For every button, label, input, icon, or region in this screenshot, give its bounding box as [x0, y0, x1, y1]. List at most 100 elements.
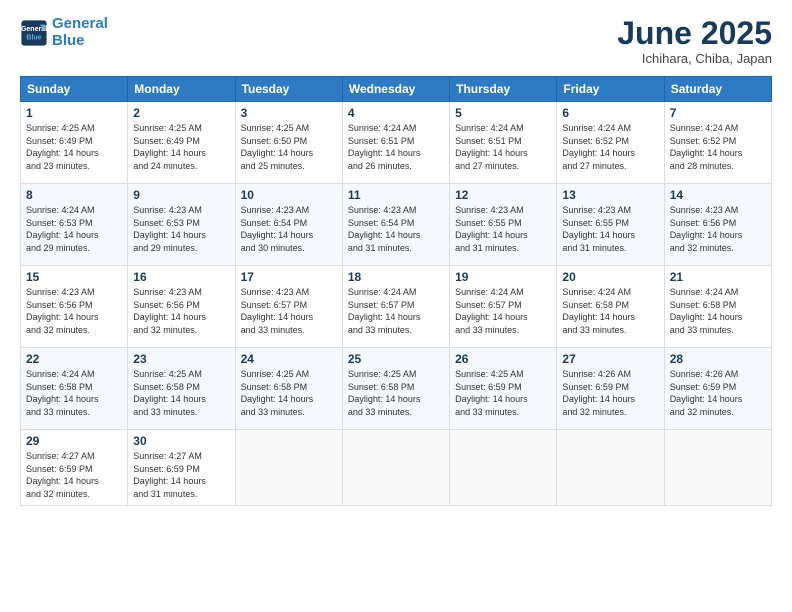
day-number: 12 — [455, 188, 551, 202]
table-row: 20Sunrise: 4:24 AM Sunset: 6:58 PM Dayli… — [557, 266, 664, 348]
day-info: Sunrise: 4:27 AM Sunset: 6:59 PM Dayligh… — [133, 450, 229, 500]
calendar-table: Sunday Monday Tuesday Wednesday Thursday… — [20, 76, 772, 505]
table-row: 10 Sunrise: 4:23 AM Sunset: 6:54 PM Dayli… — [235, 184, 342, 266]
table-row: 26 Sunrise: 4:25 AM Sunset: 6:59 PM Dayli… — [450, 348, 557, 430]
day-info: Sunrise: 4:24 AM Sunset: 6:51 PM Dayligh… — [348, 122, 444, 172]
col-monday: Monday — [128, 77, 235, 102]
day-info: Sunrise: 4:24 AM Sunset: 6:57 PM Dayligh… — [455, 286, 551, 336]
day-info: Sunrise: 4:24 AM Sunset: 6:52 PM Dayligh… — [562, 122, 658, 172]
page: General Blue General Blue June 2025 Ichi… — [0, 0, 792, 612]
day-info: Sunrise: 4:26 AM Sunset: 6:59 PM Dayligh… — [670, 368, 766, 418]
table-row — [557, 430, 664, 505]
day-number: 3 — [241, 106, 337, 120]
table-row: 18 Sunrise: 4:24 AM Sunset: 6:57 PM Dayli… — [342, 266, 449, 348]
day-info: Sunrise: 4:24 AM Sunset: 6:58 PM Dayligh… — [562, 286, 658, 336]
title-block: June 2025 Ichihara, Chiba, Japan — [617, 16, 772, 66]
day-number: 25 — [348, 352, 444, 366]
day-info: Sunrise: 4:24 AM Sunset: 6:58 PM Dayligh… — [26, 368, 122, 418]
day-number: 21 — [670, 270, 766, 284]
day-number: 4 — [348, 106, 444, 120]
day-info: Sunrise: 4:23 AM Sunset: 6:54 PM Dayligh… — [348, 204, 444, 254]
table-row: 17 Sunrise: 4:23 AM Sunset: 6:57 PM Dayli… — [235, 266, 342, 348]
table-row: 2 Sunrise: 4:25 AM Sunset: 6:49 PM Daylig… — [128, 102, 235, 184]
calendar-header-row: Sunday Monday Tuesday Wednesday Thursday… — [21, 77, 772, 102]
day-info: Sunrise: 4:24 AM Sunset: 6:51 PM Dayligh… — [455, 122, 551, 172]
day-info: Sunrise: 4:23 AM Sunset: 6:56 PM Dayligh… — [26, 286, 122, 336]
day-info: Sunrise: 4:27 AM Sunset: 6:59 PM Dayligh… — [26, 450, 122, 500]
col-friday: Friday — [557, 77, 664, 102]
day-info: Sunrise: 4:24 AM Sunset: 6:58 PM Dayligh… — [670, 286, 766, 336]
day-info: Sunrise: 4:24 AM Sunset: 6:57 PM Dayligh… — [348, 286, 444, 336]
day-number: 18 — [348, 270, 444, 284]
table-row: 16 Sunrise: 4:23 AM Sunset: 6:56 PM Dayli… — [128, 266, 235, 348]
col-wednesday: Wednesday — [342, 77, 449, 102]
day-info: Sunrise: 4:25 AM Sunset: 6:49 PM Dayligh… — [133, 122, 229, 172]
day-number: 17 — [241, 270, 337, 284]
logo: General Blue General Blue — [20, 16, 108, 49]
table-row: 3Sunrise: 4:25 AM Sunset: 6:50 PM Daylig… — [235, 102, 342, 184]
day-info: Sunrise: 4:24 AM Sunset: 6:53 PM Dayligh… — [26, 204, 122, 254]
day-number: 9 — [133, 188, 229, 202]
day-number: 23 — [133, 352, 229, 366]
day-info: Sunrise: 4:24 AM Sunset: 6:52 PM Dayligh… — [670, 122, 766, 172]
day-number: 8 — [26, 188, 122, 202]
table-row: 28 Sunrise: 4:26 AM Sunset: 6:59 PM Dayli… — [664, 348, 771, 430]
day-info: Sunrise: 4:23 AM Sunset: 6:53 PM Dayligh… — [133, 204, 229, 254]
day-number: 22 — [26, 352, 122, 366]
day-number: 2 — [133, 106, 229, 120]
day-number: 7 — [670, 106, 766, 120]
day-info: Sunrise: 4:23 AM Sunset: 6:56 PM Dayligh… — [670, 204, 766, 254]
day-number: 28 — [670, 352, 766, 366]
col-tuesday: Tuesday — [235, 77, 342, 102]
day-number: 15 — [26, 270, 122, 284]
table-row: 25 Sunrise: 4:25 AM Sunset: 6:58 PM Dayli… — [342, 348, 449, 430]
day-number: 13 — [562, 188, 658, 202]
day-info: Sunrise: 4:25 AM Sunset: 6:58 PM Dayligh… — [348, 368, 444, 418]
table-row — [342, 430, 449, 505]
table-row: 21 Sunrise: 4:24 AM Sunset: 6:58 PM Dayli… — [664, 266, 771, 348]
header: General Blue General Blue June 2025 Ichi… — [20, 16, 772, 66]
day-number: 26 — [455, 352, 551, 366]
day-number: 30 — [133, 434, 229, 448]
day-info: Sunrise: 4:23 AM Sunset: 6:57 PM Dayligh… — [241, 286, 337, 336]
day-number: 29 — [26, 434, 122, 448]
day-number: 24 — [241, 352, 337, 366]
table-row: 11 Sunrise: 4:23 AM Sunset: 6:54 PM Dayli… — [342, 184, 449, 266]
logo-text: General Blue — [52, 16, 108, 49]
col-thursday: Thursday — [450, 77, 557, 102]
day-info: Sunrise: 4:23 AM Sunset: 6:54 PM Dayligh… — [241, 204, 337, 254]
table-row: 15 Sunrise: 4:23 AM Sunset: 6:56 PM Dayli… — [21, 266, 128, 348]
table-row: 8 Sunrise: 4:24 AM Sunset: 6:53 PM Daylig… — [21, 184, 128, 266]
day-number: 5 — [455, 106, 551, 120]
col-saturday: Saturday — [664, 77, 771, 102]
month-title: June 2025 — [617, 16, 772, 51]
day-info: Sunrise: 4:23 AM Sunset: 6:56 PM Dayligh… — [133, 286, 229, 336]
table-row — [664, 430, 771, 505]
day-info: Sunrise: 4:25 AM Sunset: 6:59 PM Dayligh… — [455, 368, 551, 418]
table-row: 4 Sunrise: 4:24 AM Sunset: 6:51 PM Daylig… — [342, 102, 449, 184]
table-row: 6Sunrise: 4:24 AM Sunset: 6:52 PM Daylig… — [557, 102, 664, 184]
logo-icon: General Blue — [20, 19, 48, 47]
day-number: 16 — [133, 270, 229, 284]
table-row: 1 Sunrise: 4:25 AM Sunset: 6:49 PM Daylig… — [21, 102, 128, 184]
day-number: 11 — [348, 188, 444, 202]
location: Ichihara, Chiba, Japan — [617, 51, 772, 66]
svg-text:Blue: Blue — [26, 34, 41, 41]
col-sunday: Sunday — [21, 77, 128, 102]
table-row: 19Sunrise: 4:24 AM Sunset: 6:57 PM Dayli… — [450, 266, 557, 348]
day-info: Sunrise: 4:25 AM Sunset: 6:49 PM Dayligh… — [26, 122, 122, 172]
day-info: Sunrise: 4:25 AM Sunset: 6:58 PM Dayligh… — [241, 368, 337, 418]
table-row: 22 Sunrise: 4:24 AM Sunset: 6:58 PM Dayli… — [21, 348, 128, 430]
day-number: 10 — [241, 188, 337, 202]
day-info: Sunrise: 4:23 AM Sunset: 6:55 PM Dayligh… — [455, 204, 551, 254]
table-row: 30 Sunrise: 4:27 AM Sunset: 6:59 PM Dayli… — [128, 430, 235, 505]
day-info: Sunrise: 4:25 AM Sunset: 6:58 PM Dayligh… — [133, 368, 229, 418]
table-row: 12 Sunrise: 4:23 AM Sunset: 6:55 PM Dayli… — [450, 184, 557, 266]
day-number: 1 — [26, 106, 122, 120]
table-row: 27Sunrise: 4:26 AM Sunset: 6:59 PM Dayli… — [557, 348, 664, 430]
table-row — [450, 430, 557, 505]
table-row: 29 Sunrise: 4:27 AM Sunset: 6:59 PM Dayli… — [21, 430, 128, 505]
table-row — [235, 430, 342, 505]
day-info: Sunrise: 4:23 AM Sunset: 6:55 PM Dayligh… — [562, 204, 658, 254]
day-info: Sunrise: 4:26 AM Sunset: 6:59 PM Dayligh… — [562, 368, 658, 418]
